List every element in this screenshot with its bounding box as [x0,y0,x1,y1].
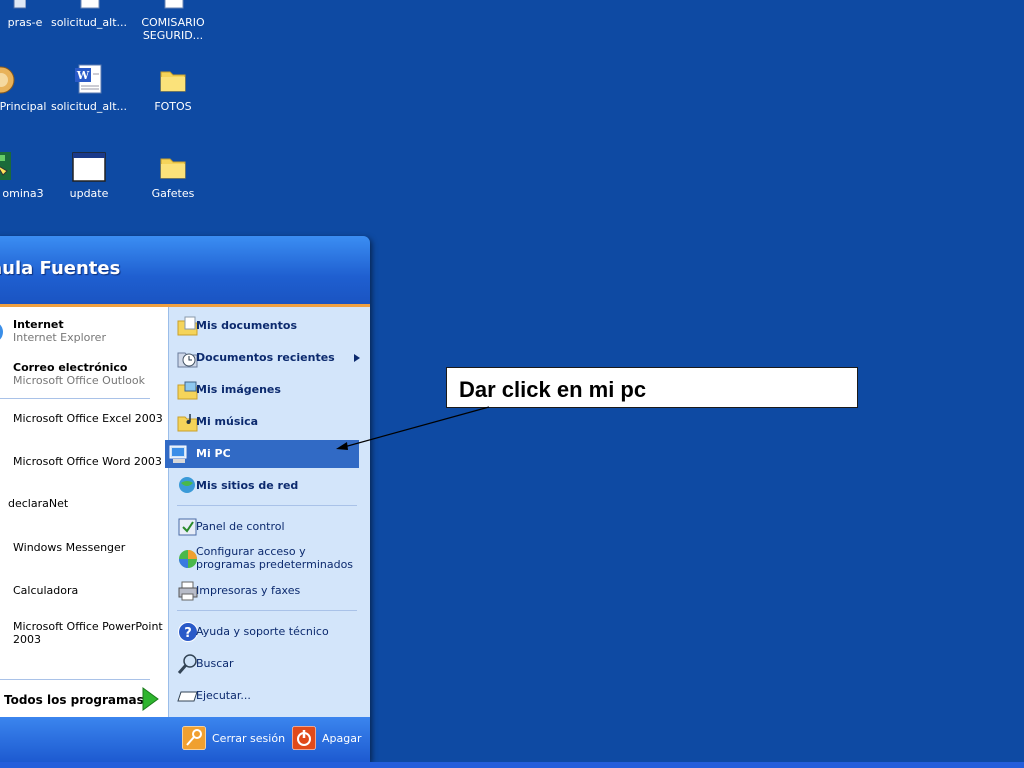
mi-musica-item[interactable]: Mi música [169,408,363,436]
word-icon: W [0,448,6,476]
desktop-icon-label: COMISARIO SEGURID... [141,16,205,42]
taskbar [0,762,1024,768]
desktop-icon-fotos[interactable]: FOTOS [128,64,218,113]
ejecutar-label: Ejecutar... [196,689,251,702]
mis-sitios-label: Mis sitios de red [196,479,299,492]
desktop-icon-solicitud-1[interactable]: solicitud_alt... [44,0,134,29]
pinned-item-title: Internet [13,318,64,331]
right-pane-separator [177,610,357,611]
documentos-recientes-item[interactable]: Documentos recientes [169,344,363,372]
calculator-app-icon [0,152,11,180]
ayuda-label: Ayuda y soporte técnico [196,625,329,638]
my-computer-icon [169,445,187,463]
folder-icon [160,158,186,179]
emblem-icon [0,66,15,94]
power-icon [292,726,316,750]
ayuda-y-soporte-item[interactable]: ? Ayuda y soporte técnico [169,618,363,646]
internet-explorer-icon [0,324,3,340]
recent-item-declaranet[interactable]: ra declaraNet [0,491,168,519]
impresoras-y-faxes-item[interactable]: Impresoras y faxes [169,577,363,605]
desktop-icon-update[interactable]: update [44,151,134,200]
excel-icon: X [0,405,6,433]
recent-item-label: Calculadora [13,584,79,597]
ejecutar-item[interactable]: Ejecutar... [169,682,363,710]
recent-item-label: declaraNet [8,497,69,510]
window-app-icon [72,152,106,182]
outlook-icon [0,361,6,389]
shutdown-button[interactable]: Apagar [292,726,368,752]
pinned-item-title: Correo electrónico [13,361,128,374]
mi-pc-item[interactable]: Mi PC [165,440,359,468]
desktop-icon-label: FOTOS [154,100,192,113]
pinned-item-subtitle: Microsoft Office Outlook [13,374,145,387]
all-programs-label: Todos los programas [4,693,144,707]
left-pane-separator [0,679,150,680]
documentos-recientes-label: Documentos recientes [196,351,335,364]
start-menu-right-pane: Mis documentos Documentos recientes Mis … [165,307,370,717]
desktop-icon-label: Gafetes [151,187,195,200]
impresoras-label: Impresoras y faxes [196,584,301,597]
logoff-label: Cerrar sesión [212,732,286,745]
mis-imagenes-label: Mis imágenes [196,383,281,396]
mis-imagenes-item[interactable]: Mis imágenes [169,376,363,404]
panel-de-control-label: Panel de control [196,520,285,533]
pinned-item-internet[interactable]: Internet Internet Explorer [0,318,168,348]
messenger-icon [0,534,6,562]
desktop-icon-gafetes[interactable]: Gafetes [128,151,218,200]
pinned-item-email[interactable]: Correo electrónico Microsoft Office Outl… [0,361,168,391]
desktop-icon-comisario[interactable]: COMISARIO SEGURID... [128,0,218,42]
key-icon [182,726,206,750]
mi-musica-label: Mi música [196,415,259,428]
mi-pc-label: Mi PC [196,447,231,460]
recent-item-word[interactable]: W Microsoft Office Word 2003 [0,448,168,476]
start-menu-left-pane: Internet Internet Explorer Correo electr… [0,307,168,717]
calculator-icon [0,577,6,605]
user-name: aula Fuentes [0,258,121,279]
start-menu: aula Fuentes Internet Internet Explorer … [0,236,370,762]
declaranet-icon: ra [0,491,6,519]
mis-documentos-item[interactable]: Mis documentos [169,312,363,340]
logoff-button[interactable]: Cerrar sesión [182,726,286,752]
buscar-item[interactable]: Buscar [169,650,363,678]
recent-item-excel[interactable]: X Microsoft Office Excel 2003 [0,405,168,433]
all-programs-button[interactable]: Todos los programas [0,685,168,713]
recent-item-label: Microsoft Office Excel 2003 [13,412,163,425]
svg-text:W: W [76,69,90,82]
panel-de-control-item[interactable]: Panel de control [169,513,363,541]
buscar-label: Buscar [196,657,234,670]
recent-item-calculadora[interactable]: Calculadora [0,577,168,605]
pinned-item-subtitle: Internet Explorer [13,331,106,344]
recent-item-label: Microsoft Office PowerPoint 2003 [13,620,163,646]
mis-sitios-de-red-item[interactable]: Mis sitios de red [169,472,363,500]
right-pane-separator [177,505,357,506]
word-document-icon: W [75,64,102,94]
start-menu-header: aula Fuentes [0,236,370,307]
left-pane-separator [0,398,150,399]
mis-documentos-label: Mis documentos [196,319,297,332]
powerpoint-icon [0,620,6,648]
recent-item-label: Microsoft Office Word 2003 [13,455,162,468]
green-arrow-icon [142,687,159,711]
shortcut-icon [13,0,26,9]
folder-icon [160,71,186,92]
recent-item-label: Windows Messenger [13,541,126,554]
shutdown-label: Apagar [322,732,362,745]
recent-item-messenger[interactable]: Windows Messenger [0,534,168,562]
svg-text:?: ? [184,626,192,641]
document-icon [80,0,100,9]
recent-item-powerpoint[interactable]: Microsoft Office PowerPoint 2003 [0,620,168,650]
configurar-acceso-item[interactable]: Configurar acceso y programas predetermi… [169,542,363,576]
desktop-icon-label: update [69,187,109,200]
desktop-icon-label: solicitud_alt... [50,100,128,113]
desktop-icon-solicitud-2[interactable]: W solicitud_alt... [44,64,134,113]
instruction-callout: Dar click en mi pc [446,367,858,408]
submenu-arrow-icon [354,354,360,362]
start-menu-footer: Cerrar sesión Apagar [0,717,370,762]
callout-text: Dar click en mi pc [459,377,647,402]
document-icon [164,0,184,9]
desktop-icon-label: solicitud_alt... [50,16,128,29]
configurar-acceso-label: Configurar acceso y programas predetermi… [196,545,354,571]
